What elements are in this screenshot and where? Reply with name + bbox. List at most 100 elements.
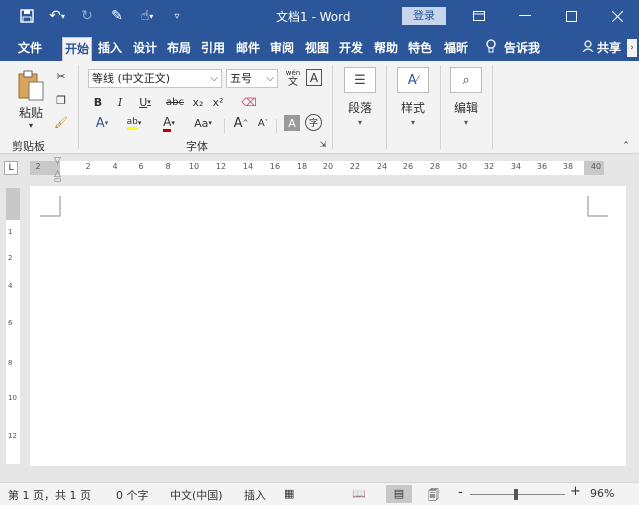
copy-icon[interactable]: ❐ (52, 91, 70, 109)
cut-icon[interactable]: ✂ (52, 67, 70, 85)
tab-developer[interactable]: 开发 (336, 37, 366, 61)
tab-file[interactable]: 文件 (8, 37, 52, 61)
lightbulb-icon (486, 39, 496, 56)
tab-selector[interactable]: L (4, 161, 18, 175)
document-page[interactable] (30, 186, 626, 466)
print-layout-icon[interactable]: ▤ (386, 485, 412, 503)
zoom-slider-thumb[interactable] (514, 489, 518, 500)
text-effects-button[interactable]: A ▾ (90, 113, 114, 133)
font-dialog-launcher-icon[interactable]: ⇲ (318, 139, 328, 149)
change-case-button[interactable]: Aa ▾ (188, 113, 218, 133)
zoom-out-button[interactable]: - (458, 485, 463, 500)
touch-mode-icon[interactable]: ☝ ▾ (136, 6, 158, 26)
ruler-tick: 4 (112, 162, 118, 171)
redo-icon[interactable]: ↻ (76, 6, 98, 26)
ruler-tick: 16 (269, 162, 281, 171)
close-icon[interactable] (594, 0, 639, 32)
tab-layout[interactable]: 布局 (164, 37, 194, 61)
window-title: 文档1 - Word (276, 10, 351, 24)
styles-button[interactable]: A ⁄ 样式 ▾ (393, 67, 433, 135)
highlight-color-button[interactable]: ab ▾ (120, 113, 148, 133)
grow-font-button[interactable]: A ^ (232, 113, 250, 133)
editing-button[interactable]: ⌕ 编辑 ▾ (446, 67, 486, 135)
bold-label: B (93, 95, 103, 109)
horizontal-ruler-row: L 2 2 4 6 8 10 12 14 16 18 20 22 24 26 2… (0, 155, 639, 184)
minimize-icon[interactable] (502, 0, 548, 32)
format-painter-icon[interactable]: ✎ (106, 6, 128, 26)
crop-mark-top-left (40, 196, 61, 217)
ruler-tick: 18 (296, 162, 308, 171)
shrink-font-button[interactable]: Aˇ (254, 113, 272, 133)
first-line-indent-icon[interactable]: ▽ (54, 156, 64, 166)
login-button[interactable]: 登录 (402, 7, 446, 25)
horizontal-ruler[interactable]: 2 2 4 6 8 10 12 14 16 18 20 22 24 26 28 … (30, 161, 604, 175)
enclose-characters-button[interactable]: 字 (305, 114, 322, 131)
tab-view[interactable]: 视图 (302, 37, 332, 61)
vruler-tick: 8 (8, 359, 13, 367)
tab-help[interactable]: 帮助 (371, 37, 401, 61)
tab-insert[interactable]: 插入 (95, 37, 125, 61)
tab-home[interactable]: 开始 (62, 37, 92, 61)
crop-mark-top-right (587, 196, 608, 217)
clipboard-icon (18, 70, 44, 101)
subscript-button[interactable]: x₂ (190, 93, 206, 111)
vruler-tick: 10 (8, 394, 17, 402)
strikethrough-button[interactable]: abc (164, 93, 186, 111)
paragraph-button[interactable]: ☰ 段落 ▾ (340, 67, 380, 135)
paste-button[interactable]: 粘贴 ▾ (14, 67, 48, 133)
tell-me-label: 告诉我 (504, 41, 541, 55)
tell-me-search[interactable]: 告诉我 (486, 39, 540, 56)
ribbon-display-options-icon[interactable] (456, 0, 502, 32)
left-indent-icon[interactable]: ▭ (54, 175, 64, 184)
format-painter-brush-icon[interactable]: 🖌 (52, 113, 70, 131)
bold-button[interactable]: B (90, 93, 106, 111)
tab-references[interactable]: 引用 (198, 37, 228, 61)
word-count[interactable]: 0 个字 (116, 487, 149, 503)
tab-scroll-right-icon[interactable]: › (627, 39, 637, 57)
customize-icon[interactable]: ▿ (166, 6, 188, 26)
vruler-tick: 4 (8, 282, 13, 290)
highlighter-icon: ab (126, 117, 138, 130)
char-shade-label: A (288, 116, 296, 130)
group-divider (78, 65, 79, 149)
character-border-button[interactable]: A (306, 69, 322, 86)
underline-button[interactable]: U ▾ (134, 93, 156, 111)
quick-access-toolbar: ↶ ▾ ↻ ✎ ☝ ▾ ▿ (16, 6, 188, 26)
clipboard-group-label: 剪贴板 (12, 140, 45, 153)
read-mode-icon[interactable]: 📖 (352, 487, 366, 500)
ruler-tick: 2 (85, 162, 91, 171)
macro-record-icon[interactable]: ▦ (284, 487, 294, 500)
italic-button[interactable]: I (112, 93, 128, 111)
zoom-in-button[interactable]: + (570, 484, 581, 499)
collapse-ribbon-icon[interactable]: ⌃ (620, 141, 632, 151)
vertical-ruler[interactable]: 1 2 4 6 8 10 12 (6, 188, 20, 464)
tab-design[interactable]: 设计 (130, 37, 160, 61)
font-size-select[interactable]: 五号 ⌵ (226, 69, 278, 88)
zoom-level[interactable]: 96% (590, 487, 614, 500)
undo-icon[interactable]: ↶ ▾ (46, 6, 68, 26)
share-button[interactable]: 共享 (582, 39, 621, 56)
font-name-select[interactable]: 等线 (中文正文) ⌵ (88, 69, 222, 88)
tab-features[interactable]: 特色 (405, 37, 435, 61)
web-layout-icon[interactable]: 🗐 (428, 487, 439, 505)
character-shading-button[interactable]: A (284, 115, 300, 131)
language-indicator[interactable]: 中文(中国) (170, 487, 223, 503)
phonetic-guide-button[interactable]: wén 文 (284, 66, 302, 90)
maximize-icon[interactable] (548, 0, 594, 32)
insert-mode[interactable]: 插入 (244, 487, 266, 503)
group-divider (386, 65, 387, 149)
clear-formatting-icon[interactable]: ⌫ (240, 93, 258, 111)
ruler-tick: 38 (562, 162, 574, 171)
save-icon[interactable] (16, 6, 38, 26)
chevron-down-icon: ▾ (463, 118, 468, 127)
tab-foxit[interactable]: 福昕 (441, 37, 471, 61)
tab-review[interactable]: 审阅 (267, 37, 297, 61)
tab-mailings[interactable]: 邮件 (233, 37, 263, 61)
phonetic-bottom: 文 (288, 77, 298, 88)
italic-label: I (117, 95, 123, 109)
page-count[interactable]: 第 1 页，共 1 页 (8, 487, 91, 503)
paste-label: 粘贴 (18, 106, 43, 120)
chevron-down-icon: ⌵ (210, 73, 218, 84)
superscript-button[interactable]: x² (210, 93, 226, 111)
font-color-button[interactable]: A ▾ (155, 113, 183, 133)
